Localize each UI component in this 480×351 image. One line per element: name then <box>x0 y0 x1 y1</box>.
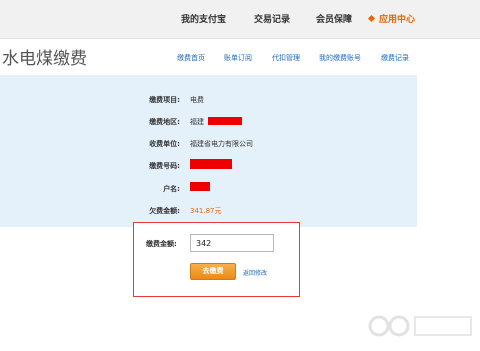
payment-amount-input[interactable] <box>190 234 274 252</box>
account-name-redaction <box>190 182 210 191</box>
account-name-label: 户名: <box>163 185 180 193</box>
subnav-payment-home[interactable]: 缴费首页 <box>177 53 205 63</box>
biller-value: 福建省电力有限公司 <box>190 140 253 148</box>
redaction-mark <box>208 117 242 125</box>
arrears-value: 341.87元 <box>190 207 222 215</box>
payment-amount-label: 缴费金额: <box>146 240 177 248</box>
biller-label: 收费单位: <box>149 140 180 148</box>
back-to-edit-link[interactable]: 返回修改 <box>243 268 267 277</box>
subnav-payment-records[interactable]: 缴费记录 <box>381 53 409 63</box>
nav-my-alipay[interactable]: 我的支付宝 <box>181 12 226 25</box>
region-label: 缴费地区: <box>149 118 180 126</box>
nav-app-center[interactable]: 应用中心 <box>379 12 415 25</box>
arrears-label: 欠费金额: <box>149 207 180 215</box>
watermark-logo <box>365 306 477 346</box>
item-value: 电费 <box>190 96 204 104</box>
page-title: 水电煤缴费 <box>2 49 87 69</box>
region-value: 福建 <box>190 118 204 126</box>
bill-info-panel <box>0 75 417 227</box>
nav-transactions[interactable]: 交易记录 <box>254 12 290 25</box>
item-label: 缴费项目: <box>149 96 180 104</box>
pay-button[interactable]: 去缴费 <box>190 263 236 280</box>
subnav-auto-debit[interactable]: 代扣管理 <box>272 53 300 63</box>
account-number-redaction <box>190 159 232 169</box>
subnav-bill-subscription[interactable]: 账单订阅 <box>224 53 252 63</box>
nav-member-protection[interactable]: 会员保障 <box>316 12 352 25</box>
account-number-label: 缴费号码: <box>149 162 180 170</box>
subnav-my-accounts[interactable]: 我的缴费账号 <box>319 53 361 63</box>
